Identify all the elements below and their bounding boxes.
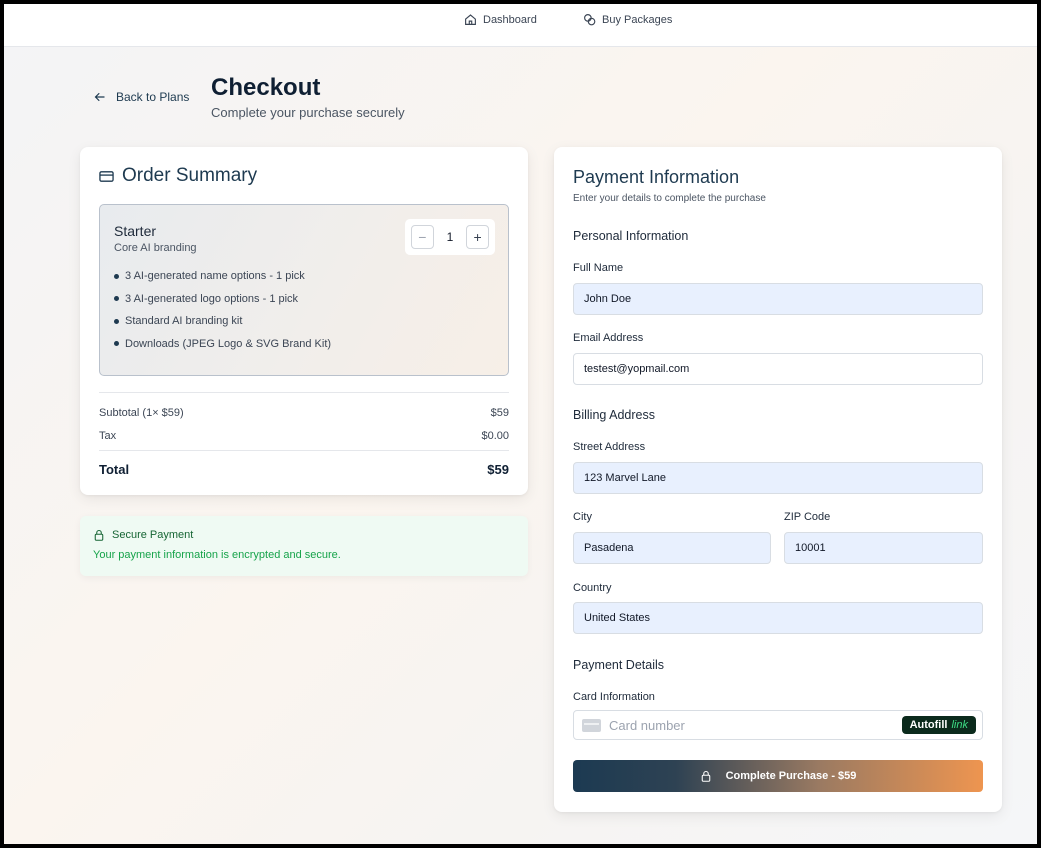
zip-code-label: ZIP Code [784, 511, 831, 523]
order-summary-title: Order Summary [122, 165, 258, 186]
quantity-stepper: − 1 + [405, 219, 495, 255]
subtotal-value: $59 [490, 407, 509, 419]
list-item: Downloads (JPEG Logo & SVG Brand Kit) [114, 333, 331, 356]
autofill-label: Autofill [909, 719, 948, 731]
list-item: Standard AI branding kit [114, 310, 331, 333]
page-title: Checkout [211, 74, 321, 101]
divider [99, 450, 509, 451]
quantity-value: 1 [446, 230, 454, 244]
card-number-input[interactable]: Card number [609, 718, 902, 733]
plan-description: Core AI branding [114, 242, 197, 254]
country-label: Country [573, 582, 612, 594]
order-summary-header: Order Summary [99, 165, 257, 187]
lock-icon [94, 529, 104, 541]
home-icon [465, 14, 476, 25]
lock-icon [701, 770, 710, 782]
payment-details-heading: Payment Details [573, 658, 665, 672]
street-address-label: Street Address [573, 441, 646, 453]
plan-name: Starter [114, 223, 157, 239]
email-label: Email Address [573, 332, 644, 344]
order-summary-card: Order Summary Starter Core AI branding −… [80, 147, 528, 495]
bullet-icon [114, 273, 119, 279]
tax-label: Tax [99, 430, 117, 442]
list-item: 3 AI-generated logo options - 1 pick [114, 288, 331, 311]
feature-text: Standard AI branding kit [125, 315, 243, 328]
payment-title: Payment Information [573, 167, 740, 187]
email-input[interactable] [573, 353, 983, 385]
nav-buy-packages-label: Buy Packages [602, 13, 673, 26]
payment-information-card: Payment Information Enter your details t… [554, 147, 1002, 812]
full-name-label: Full Name [573, 262, 624, 274]
secure-payment-text: Your payment information is encrypted an… [93, 549, 341, 561]
street-address-input[interactable] [573, 462, 983, 494]
nav-buy-packages[interactable]: Buy Packages [583, 13, 672, 26]
full-name-input[interactable] [573, 283, 983, 315]
feature-text: 3 AI-generated name options - 1 pick [125, 270, 305, 283]
bullet-icon [114, 318, 119, 324]
page-subtitle: Complete your purchase securely [211, 105, 405, 120]
secure-payment-notice: Secure Payment Your payment information … [80, 516, 528, 576]
country-input[interactable] [573, 602, 983, 634]
total-label: Total [99, 462, 130, 477]
decrease-quantity-button[interactable]: − [411, 225, 434, 249]
payment-subtitle: Enter your details to complete the purch… [573, 193, 766, 204]
card-information-label: Card Information [573, 691, 655, 703]
complete-purchase-label: Complete Purchase - $59 [725, 770, 857, 782]
card-icon [582, 718, 601, 732]
nav-dashboard-label: Dashboard [483, 13, 537, 26]
list-item: 3 AI-generated name options - 1 pick [114, 265, 331, 288]
app-frame: Dashboard Buy Packages Back to Plans Che… [4, 4, 1037, 844]
billing-address-heading: Billing Address [573, 408, 655, 422]
increase-quantity-button[interactable]: + [466, 225, 490, 249]
back-to-plans-link[interactable]: Back to Plans [94, 90, 189, 104]
divider [99, 392, 509, 393]
secure-payment-header: Secure Payment [93, 529, 193, 541]
personal-information-heading: Personal Information [573, 229, 689, 243]
top-nav: Dashboard Buy Packages [4, 4, 1037, 47]
card-number-field[interactable]: Card number Autofill link [573, 710, 983, 740]
arrow-left-icon [94, 92, 105, 102]
feature-text: Downloads (JPEG Logo & SVG Brand Kit) [125, 337, 332, 350]
complete-purchase-button[interactable]: Complete Purchase - $59 [573, 760, 983, 792]
bullet-icon [114, 341, 119, 347]
back-label: Back to Plans [116, 90, 190, 104]
zip-code-input[interactable] [784, 532, 983, 564]
city-label: City [573, 511, 592, 523]
feature-list: 3 AI-generated name options - 1 pick 3 A… [114, 265, 331, 355]
nav-dashboard[interactable]: Dashboard [464, 13, 537, 26]
tax-value: $0.00 [481, 430, 509, 442]
subtotal-row: Subtotal (1× $59) $59 [99, 407, 509, 419]
autofill-link-button[interactable]: Autofill link [901, 716, 976, 734]
coins-icon [584, 14, 596, 26]
total-value: $59 [487, 462, 509, 477]
subtotal-label: Subtotal (1× $59) [99, 407, 184, 419]
credit-card-icon [99, 170, 114, 182]
link-brand: link [951, 719, 968, 731]
tax-row: Tax $0.00 [99, 430, 509, 442]
city-input[interactable] [573, 532, 771, 564]
bullet-icon [114, 296, 119, 302]
total-row: Total $59 [99, 462, 509, 477]
secure-payment-title: Secure Payment [112, 529, 194, 541]
feature-text: 3 AI-generated logo options - 1 pick [125, 292, 299, 305]
plan-box: Starter Core AI branding − 1 + 3 AI-gene… [99, 204, 509, 376]
